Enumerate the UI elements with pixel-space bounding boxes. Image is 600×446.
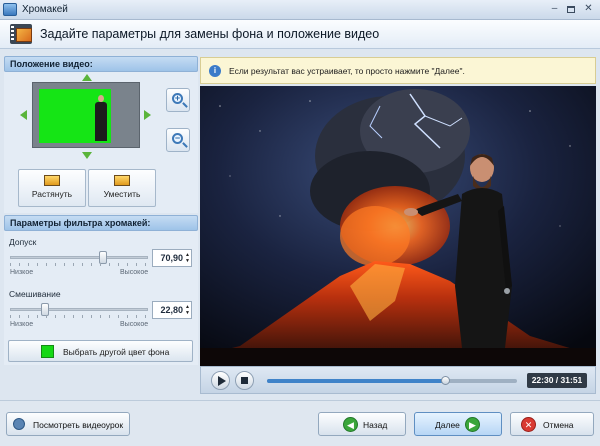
move-right-arrow-icon[interactable] — [144, 110, 151, 120]
next-arrow-icon: ▶ — [465, 417, 480, 432]
person-preview — [95, 95, 107, 141]
seek-bar-handle[interactable] — [440, 376, 450, 385]
color-swatch-icon — [41, 345, 54, 358]
maximize-button[interactable] — [562, 2, 579, 17]
video-preview[interactable] — [200, 86, 596, 366]
blending-scale-high: Высокое — [120, 321, 149, 328]
choose-color-label: Выбрать другой цвет фона — [63, 347, 170, 357]
seek-bar[interactable] — [267, 376, 517, 385]
footer: Посмотреть видеоурок ◀ Назад Далее ▶ ✕ О… — [0, 400, 600, 446]
info-icon: i — [209, 65, 221, 77]
move-left-arrow-icon[interactable] — [20, 110, 27, 120]
info-text: Если результат вас устраивает, то просто… — [229, 66, 465, 76]
zoom-out-button[interactable]: − — [166, 128, 190, 152]
tolerance-scale-low: Низкое — [10, 269, 34, 276]
close-button[interactable]: ✕ — [580, 2, 597, 17]
stop-button[interactable] — [235, 371, 254, 390]
zoom-in-icon: + — [172, 93, 183, 104]
position-area: + − Растянуть Уместить — [4, 72, 198, 213]
app-icon — [3, 3, 17, 16]
tolerance-stepper[interactable]: 70,90 ▲ ▼ — [152, 249, 192, 267]
player-controls: 22:30 / 31:51 — [200, 366, 596, 394]
maximize-icon — [566, 6, 575, 13]
spin-arrows-icon[interactable]: ▲ ▼ — [185, 252, 190, 264]
seek-bar-fill — [267, 379, 445, 383]
back-label: Назад — [363, 420, 388, 430]
choose-background-color-button[interactable]: Выбрать другой цвет фона — [8, 340, 193, 362]
watch-tutorial-button[interactable]: Посмотреть видеоурок — [6, 412, 130, 436]
back-arrow-icon: ◀ — [343, 417, 358, 432]
film-icon — [10, 24, 32, 44]
fit-button[interactable]: Уместить — [88, 169, 156, 207]
stretch-button[interactable]: Растянуть — [18, 169, 86, 207]
page-header: Задайте параметры для замены фона и поло… — [0, 20, 600, 49]
next-label: Далее — [435, 420, 460, 430]
filter-section-title: Параметры фильтра хромакей: — [4, 215, 198, 231]
time-display: 22:30 / 31:51 — [527, 373, 587, 388]
blending-label: Смешивание — [9, 289, 61, 299]
play-button[interactable] — [211, 371, 230, 390]
watch-tutorial-label: Посмотреть видеоурок — [33, 420, 124, 430]
spin-arrows-icon[interactable]: ▲ ▼ — [185, 304, 190, 316]
tolerance-label: Допуск — [9, 237, 37, 247]
blending-scale-low: Низкое — [10, 321, 34, 328]
fit-label: Уместить — [103, 189, 141, 199]
minimize-button[interactable]: – — [546, 2, 563, 17]
position-preview[interactable] — [32, 82, 140, 148]
fit-icon — [114, 175, 130, 186]
stretch-icon — [44, 175, 60, 186]
zoom-out-icon: − — [172, 133, 183, 144]
next-button[interactable]: Далее ▶ — [414, 412, 502, 436]
filter-area: Допуск Низкое Высокое 70,90 ▲ ▼ Смешивани… — [4, 231, 198, 365]
move-down-arrow-icon[interactable] — [82, 152, 92, 159]
position-section-title: Положение видео: — [4, 56, 198, 72]
move-up-arrow-icon[interactable] — [82, 74, 92, 81]
stretch-label: Растянуть — [31, 189, 73, 199]
tolerance-ticks — [10, 263, 148, 266]
video-frame-image — [200, 86, 596, 366]
info-bar: i Если результат вас устраивает, то прос… — [200, 57, 596, 84]
blending-slider[interactable] — [10, 303, 148, 316]
cancel-button[interactable]: ✕ Отмена — [510, 412, 594, 436]
window-titlebar: Хромакей – ✕ — [0, 0, 600, 20]
page-title: Задайте параметры для замены фона и поло… — [40, 27, 380, 41]
tolerance-scale-high: Высокое — [120, 269, 149, 276]
blending-stepper[interactable]: 22,80 ▲ ▼ — [152, 301, 192, 319]
tolerance-value: 70,90 — [160, 253, 183, 263]
cancel-label: Отмена — [543, 420, 574, 430]
tolerance-slider[interactable] — [10, 251, 148, 264]
window-title: Хромакей — [22, 4, 68, 15]
back-button[interactable]: ◀ Назад — [318, 412, 406, 436]
zoom-in-button[interactable]: + — [166, 88, 190, 112]
video-tutorial-icon — [13, 418, 25, 430]
cancel-icon: ✕ — [521, 417, 536, 432]
settings-panel: Положение видео: + − Растянуть Уместить — [4, 53, 198, 365]
blending-ticks — [10, 315, 148, 318]
blending-value: 22,80 — [160, 305, 183, 315]
